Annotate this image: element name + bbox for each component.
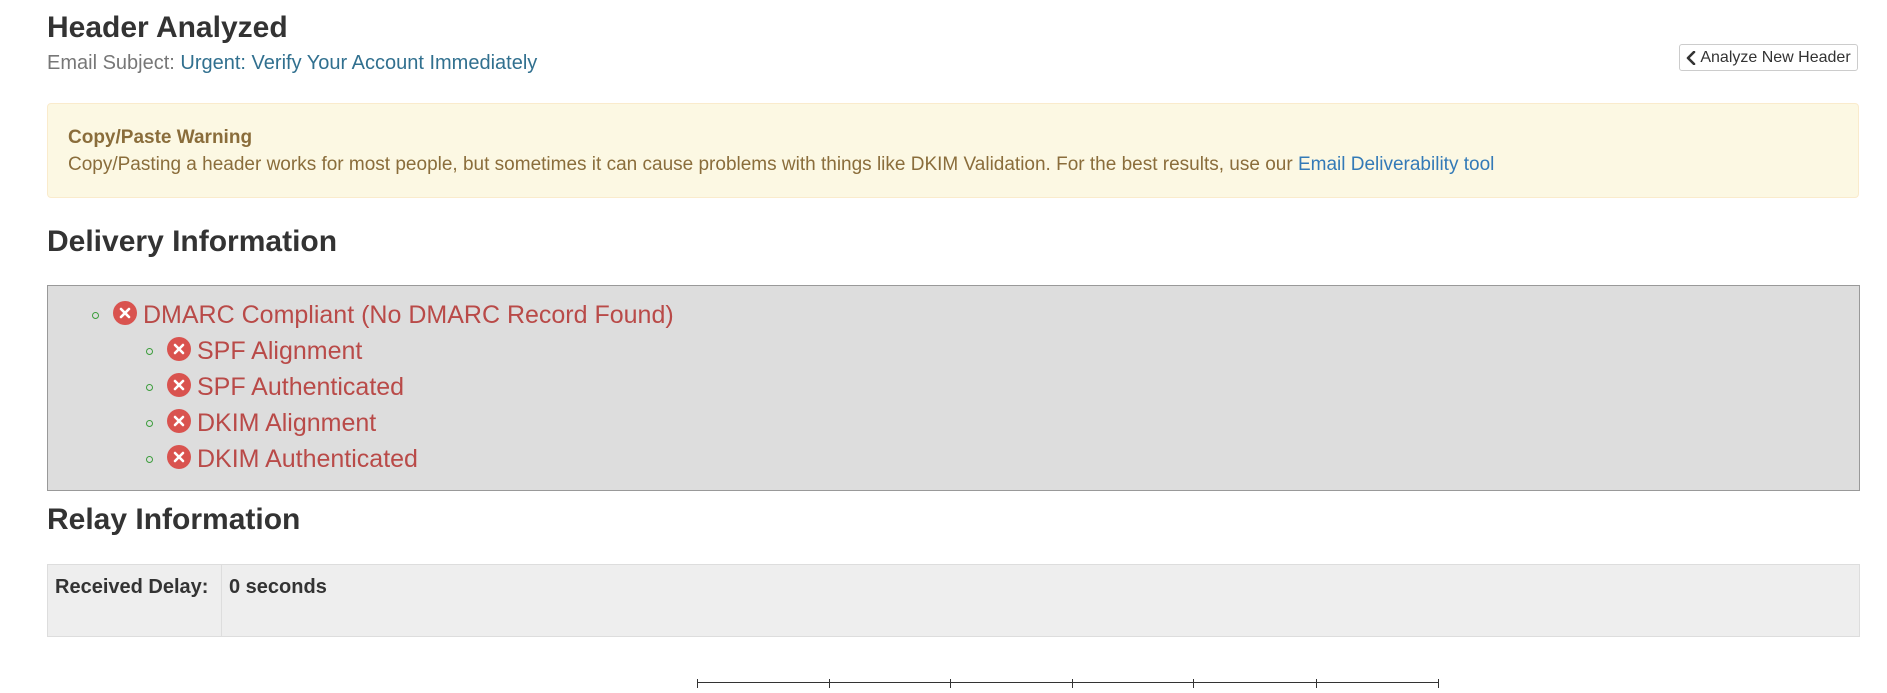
x-circle-icon bbox=[167, 373, 191, 397]
check-label: SPF Alignment bbox=[197, 336, 363, 365]
check-dkim-alignment: DKIM Alignment bbox=[146, 407, 376, 439]
delivery-information-title: Delivery Information bbox=[47, 225, 338, 258]
check-label: SPF Authenticated bbox=[197, 372, 405, 401]
check-label: DKIM Authenticated bbox=[197, 444, 418, 473]
page-title: Header Analyzed bbox=[47, 11, 288, 44]
copy-paste-warning: Copy/Paste Warning Copy/Pasting a header… bbox=[47, 103, 1859, 198]
analyze-new-header-label: Analyze New Header bbox=[1700, 48, 1851, 66]
check-dkim-authenticated: DKIM Authenticated bbox=[146, 443, 418, 475]
email-subject-label: Email Subject: bbox=[47, 52, 175, 74]
check-spf-authenticated: SPF Authenticated bbox=[146, 371, 404, 403]
warning-text: Copy/Pasting a header works for most peo… bbox=[68, 154, 1293, 175]
x-circle-icon bbox=[167, 337, 191, 361]
relay-chart-axis bbox=[697, 679, 1439, 693]
received-delay-value: 0 seconds bbox=[229, 576, 327, 598]
check-label: DMARC Compliant (No DMARC Record Found) bbox=[143, 300, 674, 329]
x-circle-icon bbox=[113, 301, 137, 325]
bullet-icon bbox=[146, 383, 153, 391]
email-deliverability-link[interactable]: Email Deliverability tool bbox=[1298, 154, 1494, 175]
x-circle-icon bbox=[167, 409, 191, 433]
email-subject-value: Urgent: Verify Your Account Immediately bbox=[180, 52, 538, 74]
bullet-icon bbox=[146, 455, 153, 463]
received-delay-label: Received Delay: bbox=[48, 565, 222, 636]
delivery-information-panel: DMARC Compliant (No DMARC Record Found) … bbox=[47, 285, 1860, 491]
check-spf-alignment: SPF Alignment bbox=[146, 335, 362, 367]
relay-information-table: Received Delay: 0 seconds bbox=[47, 564, 1860, 637]
bullet-icon bbox=[146, 419, 153, 427]
check-label: DKIM Alignment bbox=[197, 408, 377, 437]
bullet-icon bbox=[146, 347, 153, 355]
analyze-new-header-button[interactable]: Analyze New Header bbox=[1679, 44, 1858, 71]
warning-body: Copy/Pasting a header works for most peo… bbox=[68, 153, 1838, 177]
check-dmarc-compliant: DMARC Compliant (No DMARC Record Found) bbox=[92, 299, 674, 331]
x-circle-icon bbox=[167, 445, 191, 469]
email-subject: Email Subject: Urgent: Verify Your Accou… bbox=[47, 50, 537, 76]
bullet-icon bbox=[92, 311, 99, 319]
relay-information-title: Relay Information bbox=[47, 503, 301, 536]
chevron-left-icon bbox=[1687, 50, 1696, 65]
warning-title: Copy/Paste Warning bbox=[68, 127, 253, 148]
